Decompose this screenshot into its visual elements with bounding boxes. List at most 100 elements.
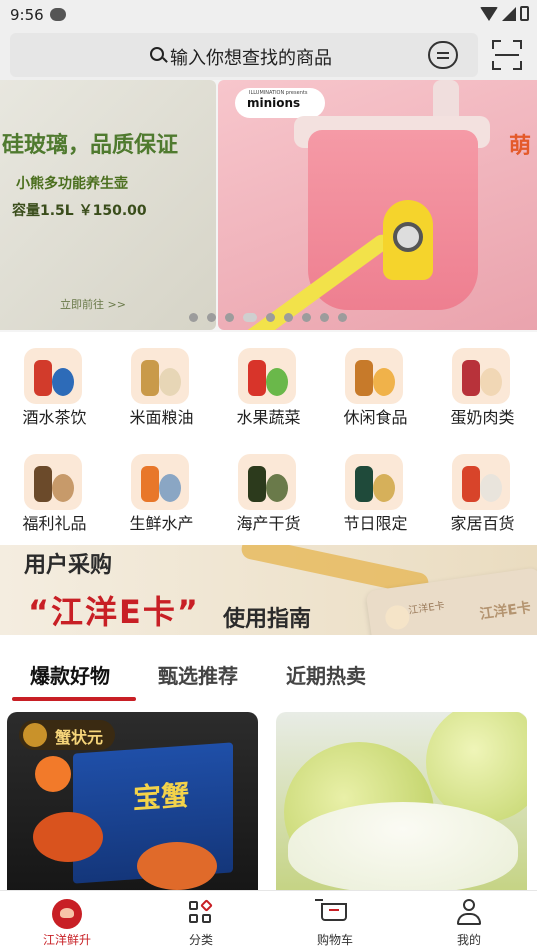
category-label: 海产干货 [236, 514, 301, 533]
category-item[interactable]: 水果蔬菜 [215, 338, 322, 438]
crab-box-text: 宝蟹 [133, 778, 190, 816]
banner-slide-subtitle: 小熊多功能养生壶 [16, 176, 128, 192]
promo-guide: 使用指南 [223, 607, 312, 632]
promo-title: 用户采购 [24, 553, 113, 578]
minions-logo: ILLUMINATION presents minions [235, 88, 325, 118]
e-card-label-2: 江洋E卡 [478, 599, 532, 623]
banner-slide-title: 硅玻璃，品质保证 [2, 133, 179, 158]
seafood-icon [131, 454, 189, 510]
category-item[interactable]: 家居百货 [429, 444, 536, 544]
category-label: 蛋奶肉类 [450, 408, 515, 427]
search-placeholder: 输入你想查找的商品 [170, 48, 332, 69]
category-item[interactable]: 蛋奶肉类 [429, 338, 536, 438]
grain-oil-icon [131, 348, 189, 404]
cart-icon [315, 899, 347, 921]
crab-brand-badge: 蟹状元 [19, 720, 115, 750]
gift-icon [24, 454, 82, 510]
tab-selected[interactable]: 甄选推荐 [158, 660, 238, 689]
festival-icon [345, 454, 403, 510]
e-card-label: 江洋E卡 [407, 600, 446, 617]
dried-seafood-icon [238, 454, 296, 510]
category-item[interactable]: 米面粮油 [108, 338, 215, 438]
wechat-icon [50, 8, 66, 21]
user-icon [456, 899, 482, 927]
crab-image [33, 812, 103, 862]
product-tabs: 爆款好物 甄选推荐 近期热卖 [0, 638, 537, 708]
product-card-crab[interactable]: 蟹状元 宝蟹 [7, 712, 258, 890]
nav-cart[interactable]: 购物车 [268, 891, 402, 952]
banner-slide-meta: 容量1.5L ￥150.00 [12, 203, 147, 219]
scan-icon[interactable] [492, 40, 522, 70]
carousel-dot[interactable] [243, 313, 257, 322]
banner-slide-minions[interactable]: ILLUMINATION presents minions 萌 [218, 80, 537, 330]
banner-edge-text: 萌 [508, 134, 531, 159]
bottom-nav: 江洋鲜升 分类 购物车 我的 [0, 890, 537, 952]
nav-category-label: 分类 [188, 933, 213, 947]
home-logo-icon [52, 899, 82, 929]
category-item[interactable]: 节日限定 [322, 444, 429, 544]
carousel-dot[interactable] [189, 313, 198, 322]
crab-cartoon-icon [35, 756, 71, 792]
category-label: 休闲食品 [343, 408, 408, 427]
category-label: 酒水茶饮 [22, 408, 87, 427]
nav-category[interactable]: 分类 [134, 891, 268, 952]
category-label: 家居百货 [450, 514, 515, 533]
fruit-veg-icon [238, 348, 296, 404]
category-item[interactable]: 福利礼品 [1, 444, 108, 544]
category-item[interactable]: 海产干货 [215, 444, 322, 544]
search-row: 输入你想查找的商品 [0, 30, 537, 80]
drinks-icon [24, 348, 82, 404]
nav-home-label: 江洋鲜升 [42, 933, 91, 947]
battery-icon [520, 6, 529, 21]
banner-carousel[interactable]: 硅玻璃，品质保证 小熊多功能养生壶 容量1.5L ￥150.00 立即前往 >>… [0, 80, 537, 332]
category-item[interactable]: 酒水茶饮 [1, 338, 108, 438]
carousel-dot[interactable] [338, 313, 347, 322]
product-card-pear[interactable] [276, 712, 527, 890]
carousel-dot[interactable] [284, 313, 293, 322]
minions-logo-text: minions [247, 96, 301, 110]
search-icon [150, 47, 164, 61]
category-label: 米面粮油 [129, 408, 194, 427]
status-time: 9:56 [10, 6, 44, 24]
tab-hot-items[interactable]: 爆款好物 [30, 660, 110, 689]
category-label: 生鲜水产 [129, 514, 194, 533]
promo-card-name: “江洋E卡” [28, 593, 200, 631]
nav-cart-label: 购物车 [316, 933, 353, 947]
product-list: 蟹状元 宝蟹 [0, 712, 537, 890]
signal-icon [502, 6, 516, 21]
message-icon[interactable] [428, 41, 458, 69]
tab-active-indicator [12, 697, 136, 701]
nav-me[interactable]: 我的 [402, 891, 536, 952]
carousel-dot[interactable] [320, 313, 329, 322]
carousel-dots [189, 313, 347, 322]
carousel-dot[interactable] [302, 313, 311, 322]
category-item[interactable]: 休闲食品 [322, 338, 429, 438]
minion-figure [383, 200, 433, 280]
category-label: 福利礼品 [22, 514, 87, 533]
crab-brand-logo-icon [23, 723, 47, 747]
carousel-dot[interactable] [225, 313, 234, 322]
carousel-dot[interactable] [207, 313, 216, 322]
wifi-icon [480, 6, 498, 21]
e-card-chip [383, 603, 411, 631]
crab-image-2 [137, 842, 217, 890]
banner-slide-link[interactable]: 立即前往 >> [60, 296, 126, 312]
tab-recent-hot[interactable]: 近期热卖 [286, 660, 366, 689]
search-input[interactable]: 输入你想查找的商品 [10, 33, 478, 77]
nav-me-label: 我的 [456, 933, 481, 947]
promo-banner[interactable]: 用户采购 “江洋E卡” 使用指南 江洋E卡 江洋E卡 [0, 545, 537, 635]
crab-brand-name: 蟹状元 [55, 728, 104, 747]
snacks-icon [345, 348, 403, 404]
category-grid-icon [189, 899, 213, 925]
meat-egg-icon [452, 348, 510, 404]
nav-home[interactable]: 江洋鲜升 [0, 891, 134, 952]
status-bar: 9:56 [0, 0, 537, 30]
category-item[interactable]: 生鲜水产 [108, 444, 215, 544]
carousel-dot[interactable] [266, 313, 275, 322]
home-goods-icon [452, 454, 510, 510]
category-grid: 酒水茶饮 米面粮油 水果蔬菜 休闲食品 蛋奶肉类福利礼品 生鲜水产 海产干货 节日限定 家居百货 [0, 338, 537, 543]
category-label: 节日限定 [343, 514, 408, 533]
status-indicators [480, 6, 529, 21]
pear-slice-image [288, 802, 518, 890]
banner-slide-kettle[interactable]: 硅玻璃，品质保证 小熊多功能养生壶 容量1.5L ￥150.00 立即前往 >> [0, 80, 216, 330]
